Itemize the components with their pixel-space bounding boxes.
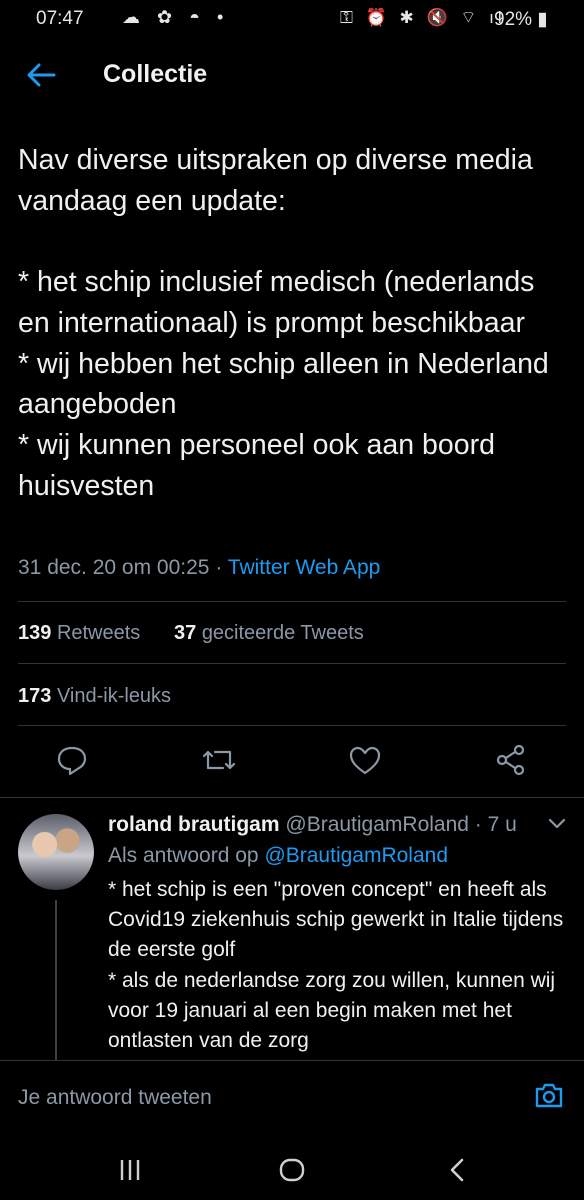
share-icon[interactable]	[491, 740, 531, 780]
reply-to-handle[interactable]: @BrautigamRoland	[264, 844, 448, 867]
reply-text: * het schip is een "proven concept" en h…	[108, 878, 564, 1053]
reply-to-label: Als antwoord op	[108, 844, 259, 867]
camera-icon[interactable]	[532, 1078, 566, 1112]
avatar[interactable]	[18, 814, 94, 890]
divider	[0, 797, 584, 798]
retweet-stats[interactable]: 139 Retweets	[18, 622, 140, 645]
divider	[0, 1060, 584, 1061]
reply-author-name[interactable]: roland brautigam	[108, 813, 280, 836]
retweets-count: 139	[18, 622, 52, 644]
reply-to-line: Als antwoord op @BrautigamRoland	[108, 844, 448, 868]
reply-header: roland brautigam @BrautigamRoland · 7 u	[108, 813, 517, 837]
thread-line	[55, 900, 57, 1060]
quotes-label: geciteerde Tweets	[201, 622, 364, 644]
like-heart-icon[interactable]	[345, 740, 385, 780]
tweet-actions	[0, 740, 584, 786]
divider	[18, 663, 566, 664]
system-icons: ⚿ ⏰ ✱ 🔇 ⌔ ıl	[340, 8, 506, 27]
chevron-down-icon[interactable]	[544, 810, 570, 836]
quote-stats[interactable]: 37 geciteerde Tweets	[174, 622, 364, 645]
back-arrow-icon[interactable]	[24, 58, 58, 92]
page-title: Collectie	[103, 60, 208, 88]
status-time: 07:47	[36, 8, 84, 29]
likes-count: 173	[18, 685, 52, 707]
reply-icon[interactable]	[52, 740, 92, 780]
quotes-count: 37	[174, 622, 197, 644]
tweet-meta: 31 dec. 20 om 00:25 · Twitter Web App	[18, 556, 380, 580]
tweet-text: Nav diverse uitspraken op diverse media …	[18, 144, 549, 502]
reply-time: · 7 u	[474, 813, 517, 836]
retweet-icon[interactable]	[199, 740, 239, 780]
status-bar: 07:47 ☁ ✿ ◓ • ⚿ ⏰ ✱ 🔇 ⌔ ıl 92% ▮	[0, 0, 584, 40]
notification-icons: ☁ ✿ ◓ •	[122, 7, 230, 27]
meta-separator: ·	[209, 556, 228, 579]
retweets-label: Retweets	[56, 622, 141, 644]
reply-author-handle[interactable]: @BrautigamRoland	[285, 813, 469, 836]
battery-level: 92% ▮	[494, 9, 548, 30]
tweet-date: 31 dec. 20 om 00:25	[18, 556, 210, 579]
recent-apps-icon[interactable]	[110, 1150, 150, 1190]
likes-label: Vind-ik-leuks	[56, 685, 172, 707]
system-nav-bar	[0, 1130, 584, 1200]
like-stats[interactable]: 173 Vind-ik-leuks	[18, 685, 171, 708]
divider	[18, 725, 566, 726]
tweet-source-link[interactable]: Twitter Web App	[228, 556, 381, 579]
back-nav-icon[interactable]	[438, 1150, 478, 1190]
divider	[18, 601, 566, 602]
reply-compose-input[interactable]: Je antwoord tweeten	[18, 1086, 212, 1110]
home-icon[interactable]	[272, 1150, 312, 1190]
